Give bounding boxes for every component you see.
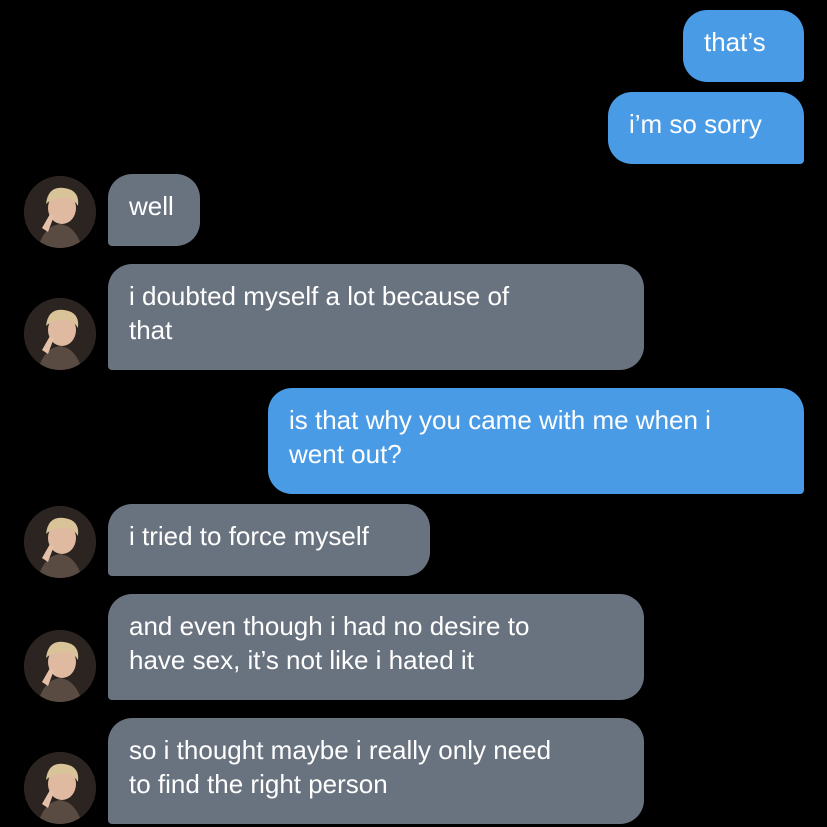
avatar-photo — [24, 298, 96, 370]
chat-thread: that’s i’m so sorry well i doubted mysel… — [0, 0, 827, 827]
outgoing-message[interactable]: i’m so sorry — [608, 92, 804, 164]
avatar-photo — [24, 630, 96, 702]
avatar-photo — [24, 506, 96, 578]
contact-avatar[interactable] — [24, 630, 96, 702]
incoming-message[interactable]: i tried to force myself — [108, 504, 430, 576]
avatar-photo — [24, 176, 96, 248]
incoming-message[interactable]: and even though i had no desire to have … — [108, 594, 644, 700]
outgoing-message[interactable]: is that why you came with me when i went… — [268, 388, 804, 494]
outgoing-message[interactable]: that’s — [683, 10, 804, 82]
contact-avatar[interactable] — [24, 298, 96, 370]
contact-avatar[interactable] — [24, 752, 96, 824]
incoming-message[interactable]: so i thought maybe i really only need to… — [108, 718, 644, 824]
contact-avatar[interactable] — [24, 176, 96, 248]
avatar-photo — [24, 752, 96, 824]
contact-avatar[interactable] — [24, 506, 96, 578]
incoming-message[interactable]: well — [108, 174, 200, 246]
incoming-message[interactable]: i doubted myself a lot because of that — [108, 264, 644, 370]
